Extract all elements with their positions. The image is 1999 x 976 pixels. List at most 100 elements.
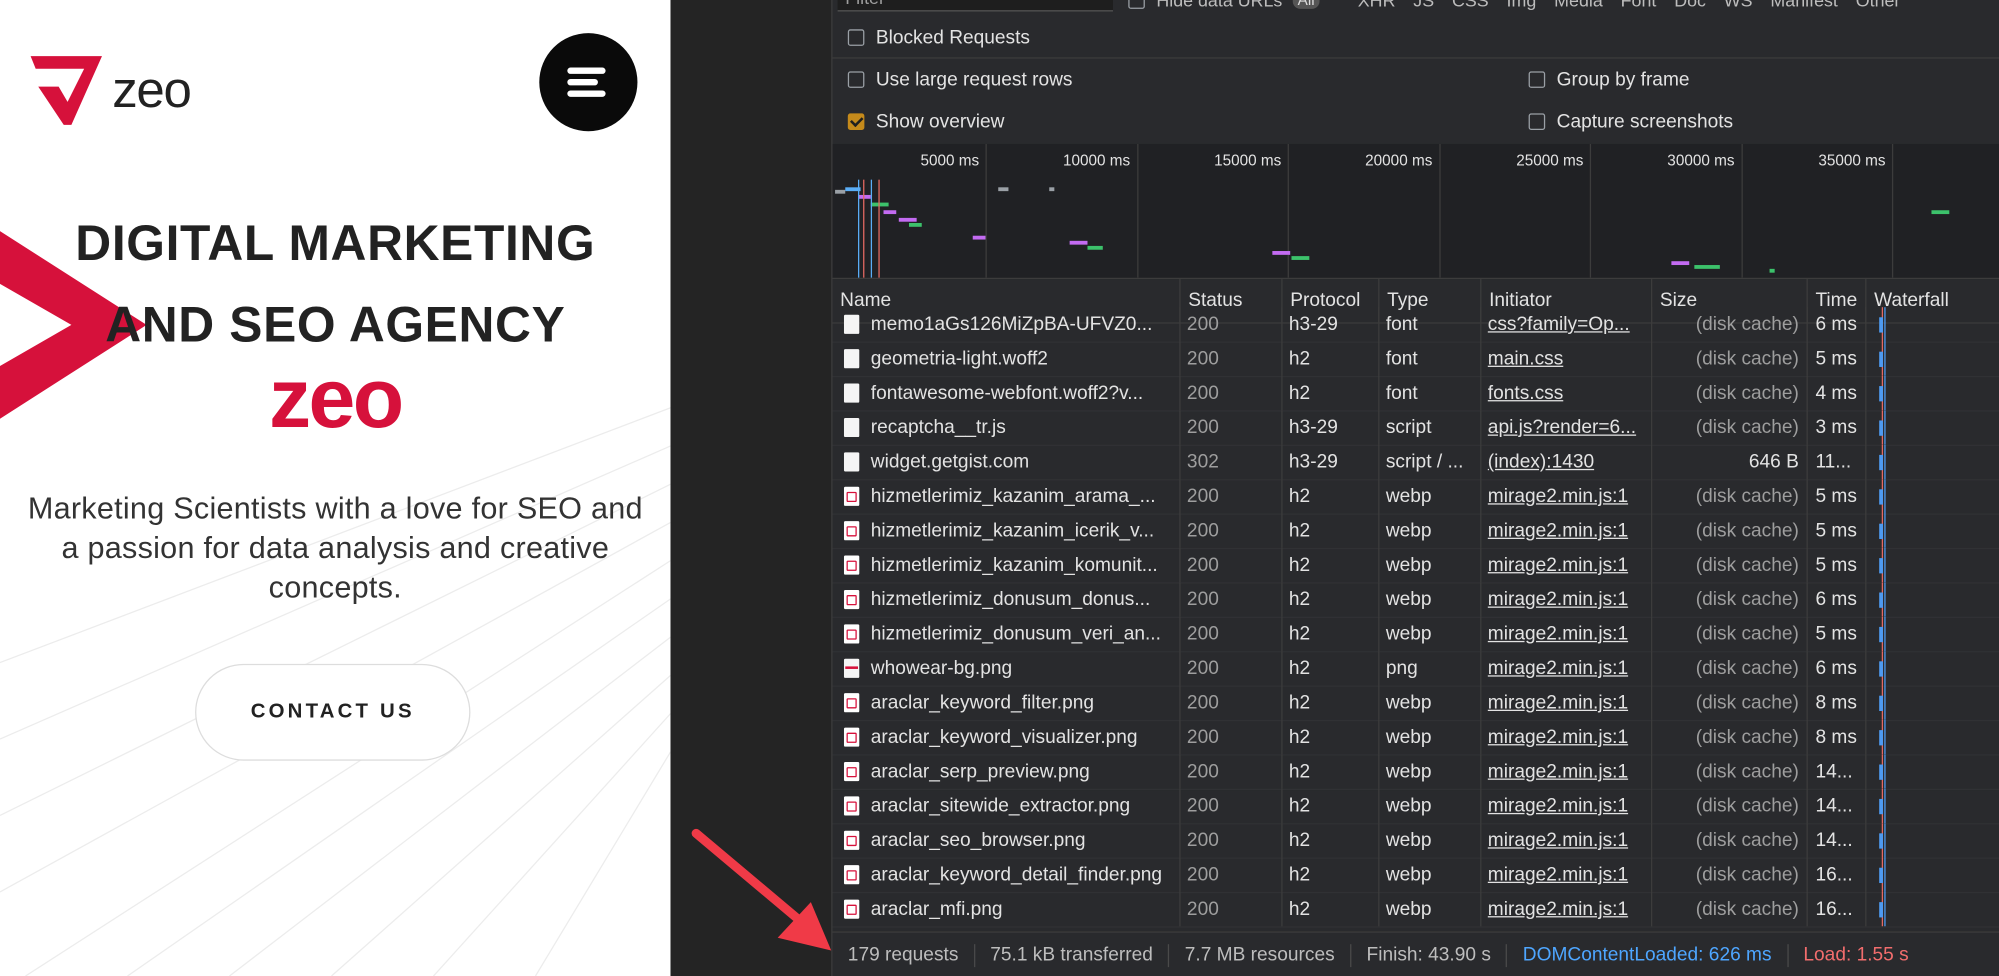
menu-button[interactable] — [539, 33, 638, 132]
type-filter-doc[interactable]: Doc — [1674, 0, 1706, 10]
table-row[interactable]: whowear-bg.png 200 h2 png mirage2.min.js:1 (d… — [832, 651, 1999, 687]
table-row[interactable]: araclar_seo_browser.png 200 h2 webp mirage2.… — [832, 823, 1999, 859]
hide-data-urls-checkbox[interactable] — [1128, 0, 1145, 9]
menu-icon-bar-2 — [567, 79, 598, 86]
cell-initiator[interactable]: mirage2.min.js:1 — [1480, 513, 1651, 548]
cell-size: (disk cache) — [1650, 891, 1807, 927]
cell-type: webp — [1378, 857, 1480, 892]
table-row[interactable]: araclar_serp_preview.png 200 h2 webp mirage2… — [832, 754, 1999, 791]
cell-initiator[interactable]: mirage2.min.js:1 — [1480, 857, 1651, 892]
overview-tick-label: 10000 ms — [1063, 151, 1131, 170]
cell-protocol: h2 — [1281, 891, 1378, 927]
overview-gridline — [1136, 143, 1138, 278]
table-row[interactable]: araclar_keyword_visualizer.png 200 h2 webp m… — [832, 719, 1999, 756]
overview-tick-label: 25000 ms — [1516, 151, 1584, 170]
status-domcontentloaded: DOMContentLoaded: 626 ms — [1507, 943, 1789, 967]
table-row[interactable]: araclar_keyword_filter.png 200 h2 webp mirag… — [832, 685, 1999, 722]
cell-initiator[interactable]: mirage2.min.js:1 — [1480, 754, 1651, 789]
overview-gridline — [1438, 143, 1440, 278]
cell-initiator[interactable]: main.css — [1480, 341, 1651, 376]
filter-input[interactable]: Filter — [837, 0, 1113, 12]
cell-size: (disk cache) — [1650, 410, 1807, 445]
blocked-requests-checkbox[interactable] — [847, 29, 865, 46]
table-row[interactable]: araclar_keyword_detail_finder.png 200 h2 we… — [832, 857, 1999, 894]
table-row[interactable]: recaptcha__tr.js 200 h3-29 script api.js?ren… — [832, 410, 1999, 446]
type-filter-manifest[interactable]: Manifest — [1770, 0, 1837, 10]
table-row[interactable]: geometria-light.woff2 200 h2 font main.css (d… — [832, 341, 1999, 378]
large-rows-checkbox[interactable] — [847, 71, 865, 88]
type-filter-other[interactable]: Other — [1856, 0, 1901, 10]
capture-screenshots-checkbox[interactable] — [1528, 113, 1546, 130]
cell-time: 5 ms — [1806, 616, 1866, 652]
cell-initiator[interactable]: mirage2.min.js:1 — [1480, 547, 1651, 583]
waterfall-mark — [1884, 754, 1886, 789]
cell-waterfall — [1865, 582, 1999, 617]
stage: zeo DIGITAL MARKETING AND SEO AGENCY zeo… — [0, 0, 1999, 976]
cell-protocol: h2 — [1281, 375, 1378, 411]
cell-initiator[interactable]: css?family=Op... — [1480, 307, 1651, 342]
cell-initiator[interactable]: api.js?render=6... — [1480, 410, 1651, 445]
menu-icon-bar-3 — [567, 90, 606, 97]
cell-name: araclar_sitewide_extractor.png — [870, 795, 1131, 817]
cell-initiator[interactable]: fonts.css — [1480, 375, 1651, 411]
cell-initiator[interactable]: mirage2.min.js:1 — [1480, 788, 1651, 824]
cell-initiator[interactable]: mirage2.min.js:1 — [1480, 823, 1651, 858]
waterfall-mark — [1879, 626, 1884, 643]
cell-waterfall — [1865, 341, 1999, 376]
cell-waterfall — [1865, 823, 1999, 858]
show-overview-option[interactable]: Show overview — [847, 111, 1004, 133]
waterfall-mark — [1879, 833, 1884, 849]
table-row[interactable]: hizmetlerimiz_kazanim_arama_... 200 h2 webp… — [832, 479, 1999, 515]
table-row[interactable]: widget.getgist.com 302 h3-29 script / ... (i… — [832, 444, 1999, 481]
cell-status: 200 — [1179, 651, 1281, 686]
capture-screenshots-option[interactable]: Capture screenshots — [1528, 111, 1733, 133]
cell-name: fontawesome-webfont.woff2?v... — [870, 382, 1144, 404]
overview-bar — [909, 222, 922, 227]
table-row[interactable]: hizmetlerimiz_donusum_veri_an... 200 h2 web… — [832, 616, 1999, 653]
type-filter-js[interactable]: JS — [1413, 0, 1434, 10]
cell-initiator[interactable]: mirage2.min.js:1 — [1480, 616, 1651, 652]
table-row[interactable]: araclar_mfi.png 200 h2 webp mirage2.min.js:1… — [832, 891, 1999, 928]
type-filter-xhr[interactable]: XHR — [1358, 0, 1396, 10]
waterfall-mark — [1884, 375, 1886, 411]
waterfall-mark — [1879, 695, 1884, 712]
cell-size: (disk cache) — [1650, 719, 1807, 755]
table-row[interactable]: hizmetlerimiz_kazanim_icerik_v... 200 h2 we… — [832, 513, 1999, 550]
cell-initiator[interactable]: (index):1430 — [1480, 444, 1651, 480]
cell-initiator[interactable]: mirage2.min.js:1 — [1480, 651, 1651, 686]
type-filter-img[interactable]: Img — [1507, 0, 1537, 10]
cell-initiator[interactable]: mirage2.min.js:1 — [1480, 479, 1651, 514]
contact-us-button[interactable]: CONTACT US — [195, 663, 471, 761]
group-by-frame-checkbox[interactable] — [1528, 71, 1546, 88]
network-overview-timeline[interactable]: 5000 ms 10000 ms 15000 ms 20000 ms 25000 ms 3… — [832, 143, 1999, 280]
show-overview-checkbox[interactable] — [847, 113, 865, 130]
overview-marker-line — [870, 179, 873, 278]
blocked-requests-option[interactable]: Blocked Requests — [847, 27, 1030, 48]
cell-initiator[interactable]: mirage2.min.js:1 — [1480, 719, 1651, 755]
table-row[interactable]: memo1aGs126MiZpBA-UFVZ0... 200 h3-29 font cs… — [832, 307, 1999, 343]
table-row[interactable]: hizmetlerimiz_donusum_donus... 200 h2 webp m… — [832, 582, 1999, 618]
cell-initiator[interactable]: mirage2.min.js:1 — [1480, 685, 1651, 720]
cell-waterfall — [1865, 857, 1999, 892]
cell-initiator[interactable]: mirage2.min.js:1 — [1480, 891, 1651, 927]
overview-bar — [1087, 245, 1103, 250]
table-row[interactable]: hizmetlerimiz_kazanim_komunit... 200 h2 web… — [832, 547, 1999, 584]
overview-gridline — [1589, 143, 1592, 278]
type-filter-media[interactable]: Media — [1554, 0, 1603, 10]
all-chip[interactable]: All — [1292, 0, 1320, 9]
cell-time: 6 ms — [1806, 307, 1866, 342]
type-filter-ws[interactable]: WS — [1724, 0, 1753, 10]
hide-data-urls-option[interactable]: Hide data URLs All — [1128, 0, 1320, 10]
site-logo[interactable]: zeo — [28, 54, 192, 128]
waterfall-mark — [1879, 386, 1884, 402]
group-by-frame-option[interactable]: Group by frame — [1528, 69, 1690, 90]
type-filter-css[interactable]: CSS — [1452, 0, 1489, 10]
table-row[interactable]: araclar_sitewide_extractor.png 200 h2 webp m… — [832, 788, 1999, 825]
table-row[interactable]: fontawesome-webfont.woff2?v... 200 h2 font f… — [832, 375, 1999, 412]
cell-protocol: h3-29 — [1281, 410, 1378, 445]
type-filter-font[interactable]: Font — [1621, 0, 1657, 10]
large-rows-option[interactable]: Use large request rows — [847, 69, 1072, 90]
status-transferred: 75.1 kB transferred — [975, 943, 1170, 967]
overview-bar — [1069, 240, 1088, 245]
cell-initiator[interactable]: mirage2.min.js:1 — [1480, 582, 1651, 617]
